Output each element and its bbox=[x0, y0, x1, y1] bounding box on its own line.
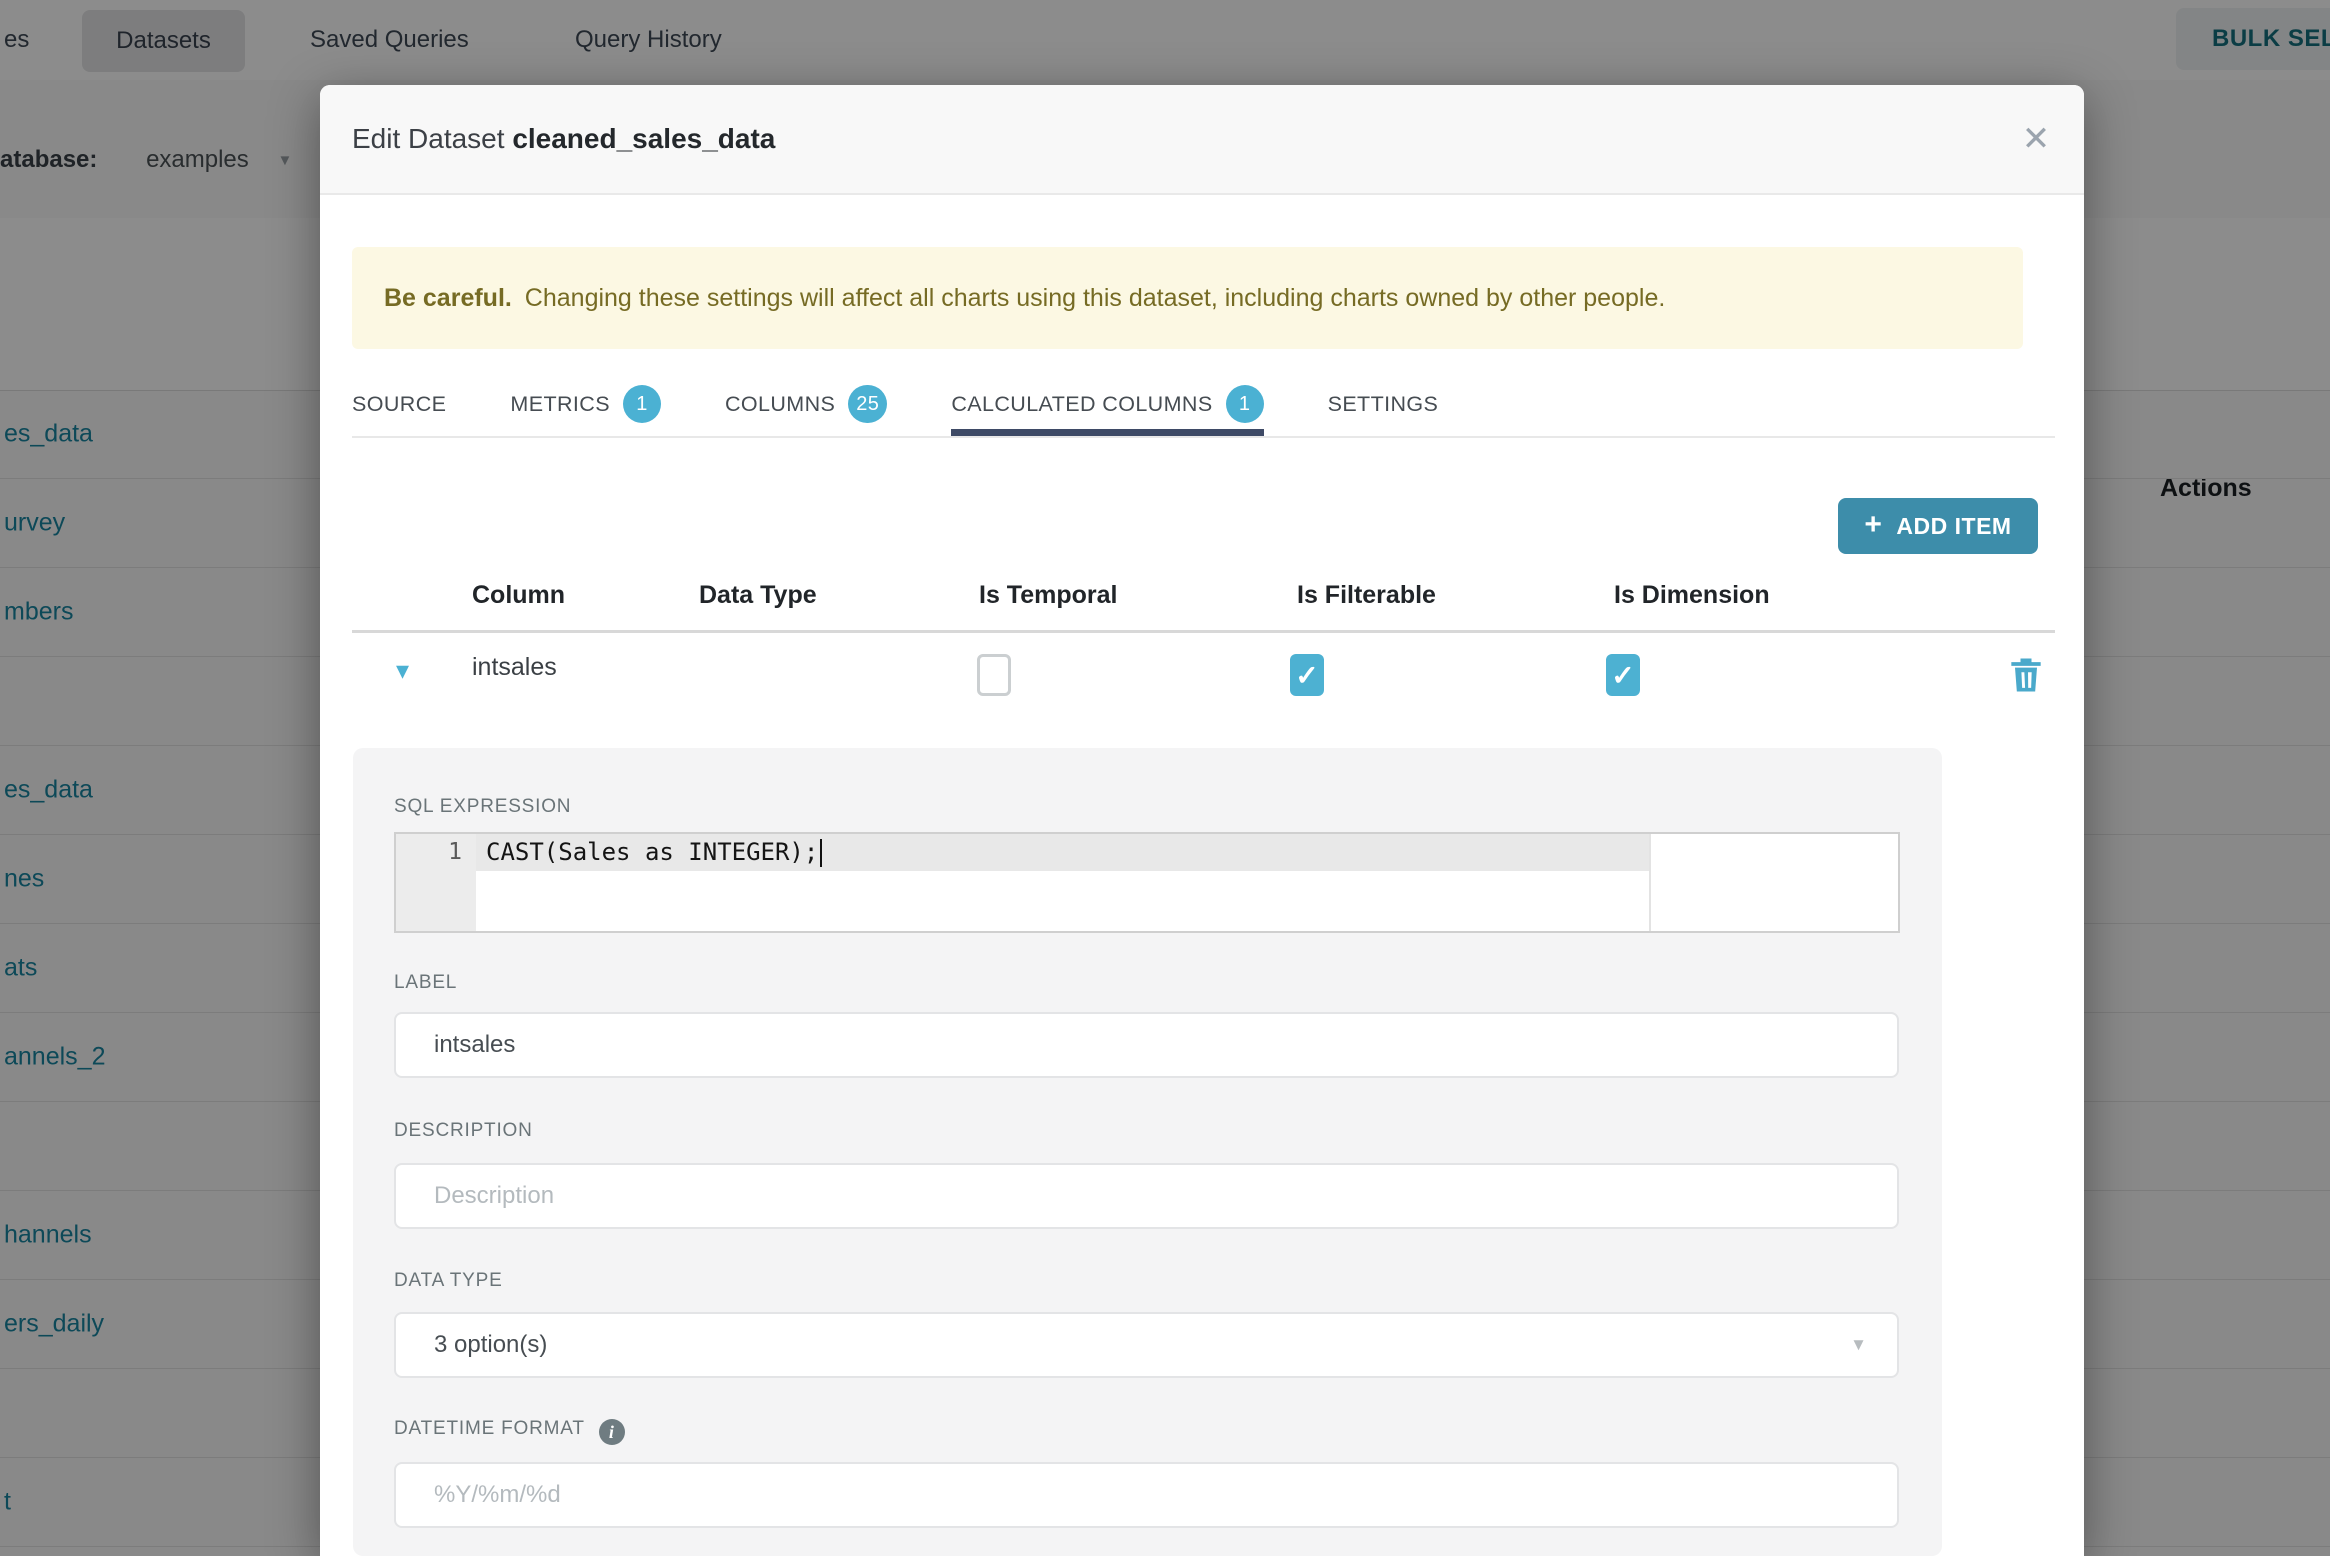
column-header-column: Column bbox=[472, 581, 566, 609]
tab-columns[interactable]: COLUMNS 25 bbox=[724, 374, 888, 434]
label-input[interactable] bbox=[394, 1012, 1899, 1078]
is-temporal-checkbox[interactable] bbox=[977, 654, 1011, 696]
datetime-format-input[interactable] bbox=[394, 1462, 1899, 1528]
editor-text-cursor bbox=[820, 839, 822, 867]
collapse-caret-icon[interactable]: ▾ bbox=[396, 657, 409, 683]
warning-banner-text: Changing these settings will affect all … bbox=[524, 284, 1666, 312]
tab-calculated-columns[interactable]: CALCULATED COLUMNS 1 bbox=[951, 374, 1264, 436]
tab-count-badge: 1 bbox=[1225, 385, 1264, 423]
data-type-select[interactable]: 3 option(s) ▼ bbox=[394, 1312, 1899, 1378]
delete-trash-icon[interactable] bbox=[2004, 653, 2048, 697]
data-type-value: 3 option(s) bbox=[434, 1331, 548, 1358]
column-header-is-dimension: Is Dimension bbox=[1614, 581, 1770, 609]
data-type-field-label: DATA TYPE bbox=[394, 1270, 503, 1291]
column-editor-panel: SQL EXPRESSION 1 CAST(Sales as INTEGER);… bbox=[353, 748, 1942, 1556]
tab-settings[interactable]: SETTINGS bbox=[1328, 374, 1439, 434]
description-input[interactable] bbox=[394, 1163, 1899, 1229]
add-item-label: ADD ITEM bbox=[1896, 512, 2012, 539]
modal-header: Edit Dataset cleaned_sales_data ✕ bbox=[320, 85, 2084, 195]
warning-banner-bold: Be careful. bbox=[384, 284, 512, 312]
calculated-columns-header-row: Column Data Type Is Temporal Is Filterable I… bbox=[352, 581, 2055, 615]
sql-code-editor[interactable]: 1 CAST(Sales as INTEGER); bbox=[394, 832, 1900, 933]
sql-expression-label: SQL EXPRESSION bbox=[394, 796, 572, 817]
tab-source[interactable]: SOURCE bbox=[352, 374, 446, 434]
modal-title-prefix: Edit Dataset bbox=[352, 123, 505, 154]
close-icon[interactable]: ✕ bbox=[2006, 85, 2066, 193]
column-name: intsales bbox=[472, 653, 557, 681]
tab-label: SOURCE bbox=[352, 391, 447, 416]
column-header-is-filterable: Is Filterable bbox=[1297, 581, 1436, 609]
datetime-format-label-text: DATETIME FORMAT bbox=[394, 1418, 585, 1439]
info-icon[interactable]: i bbox=[598, 1419, 625, 1445]
modal-title: Edit Dataset cleaned_sales_data bbox=[352, 85, 775, 193]
is-dimension-checkbox[interactable]: ✓ bbox=[1606, 654, 1640, 696]
sql-code-text: CAST(Sales as INTEGER); bbox=[486, 838, 819, 866]
edit-dataset-modal: Edit Dataset cleaned_sales_data ✕ Be car… bbox=[320, 85, 2084, 1556]
is-filterable-checkbox[interactable]: ✓ bbox=[1290, 654, 1324, 696]
tab-count-badge: 1 bbox=[622, 385, 661, 423]
calculated-column-row: ▾ intsales ✓ ✓ bbox=[352, 633, 2055, 723]
plus-icon: + bbox=[1864, 507, 1883, 541]
add-item-button[interactable]: + ADD ITEM bbox=[1838, 498, 2038, 554]
tab-metrics[interactable]: METRICS 1 bbox=[510, 374, 661, 434]
editor-gutter: 1 bbox=[396, 834, 476, 931]
column-header-is-temporal: Is Temporal bbox=[979, 581, 1118, 609]
tab-label: CALCULATED COLUMNS bbox=[951, 391, 1213, 416]
column-header-data-type: Data Type bbox=[699, 581, 817, 609]
tab-label: COLUMNS bbox=[724, 391, 836, 416]
modal-title-dataset-name: cleaned_sales_data bbox=[512, 123, 776, 154]
editor-line-number: 1 bbox=[448, 839, 462, 865]
modal-tabs: SOURCE METRICS 1 COLUMNS 25 CALCULATED COLUMN… bbox=[352, 374, 2055, 438]
editor-print-margin bbox=[1649, 834, 1651, 931]
tab-label: METRICS bbox=[510, 391, 610, 416]
screen: es Datasets Saved Queries Query History … bbox=[0, 0, 2330, 1556]
datetime-format-field-label: DATETIME FORMAT i bbox=[394, 1418, 625, 1445]
tab-label: SETTINGS bbox=[1327, 391, 1439, 416]
warning-banner: Be careful. Changing these settings will… bbox=[352, 247, 2023, 349]
tab-count-badge: 25 bbox=[848, 385, 888, 423]
description-field-label: DESCRIPTION bbox=[394, 1120, 533, 1141]
select-caret-icon: ▼ bbox=[1850, 1335, 1867, 1354]
label-field-label: LABEL bbox=[394, 972, 458, 993]
